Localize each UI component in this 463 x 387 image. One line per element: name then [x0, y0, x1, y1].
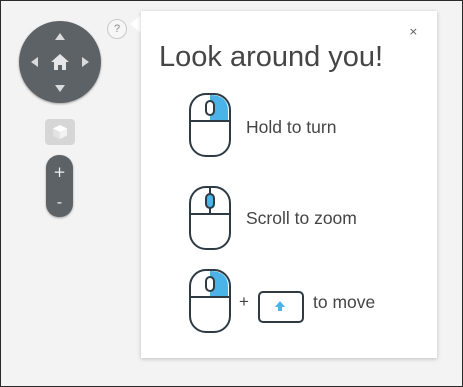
panel-title: Look around you!	[159, 41, 384, 73]
map-viewport[interactable]: ? + - × Look around you! Hold to turn Sc…	[0, 0, 463, 387]
pan-down-icon[interactable]	[55, 85, 65, 92]
close-button[interactable]: ×	[409, 25, 418, 38]
panel-pointer	[130, 15, 141, 33]
zoom-out-button[interactable]: -	[46, 189, 73, 215]
instruction-scroll-to-zoom: Scroll to zoom	[246, 208, 357, 228]
help-button[interactable]: ?	[107, 19, 127, 39]
mouse-left-click-icon	[189, 93, 231, 157]
zoom-in-button[interactable]: +	[46, 159, 73, 185]
navigation-dial[interactable]	[19, 21, 101, 103]
instruction-hold-to-turn: Hold to turn	[246, 117, 337, 137]
zoom-control: + -	[46, 155, 73, 217]
3d-view-button[interactable]	[45, 119, 75, 145]
pan-right-icon[interactable]	[82, 57, 89, 67]
mouse-scroll-icon	[189, 186, 231, 250]
cube-icon	[53, 125, 67, 139]
arrow-up-key-icon	[258, 291, 304, 323]
instructions-panel: × Look around you! Hold to turn Scroll t…	[141, 11, 437, 358]
pan-up-icon[interactable]	[55, 33, 65, 40]
instruction-to-move: to move	[313, 292, 376, 312]
home-icon[interactable]	[50, 52, 70, 72]
combo-plus: +	[239, 292, 249, 311]
mouse-left-click-icon	[189, 269, 231, 333]
pan-left-icon[interactable]	[31, 57, 38, 67]
